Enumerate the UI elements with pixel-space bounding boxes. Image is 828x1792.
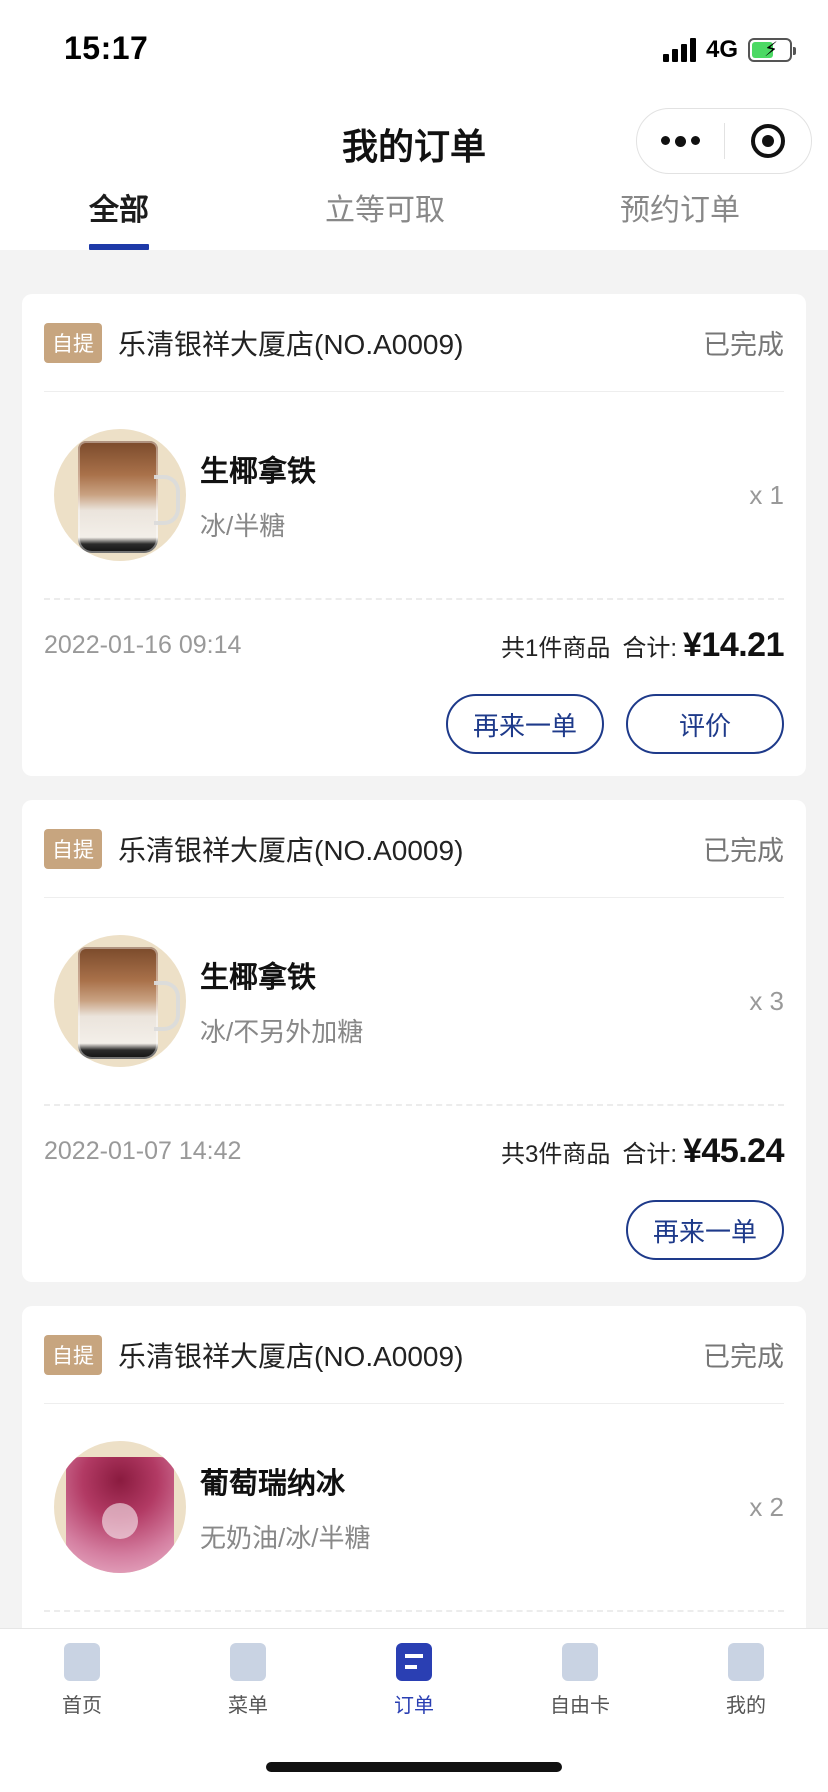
order-item: 生椰拿铁 冰/不另外加糖 x 3 (44, 898, 784, 1106)
product-spec: 无奶油/冰/半糖 (200, 1522, 371, 1553)
order-card-header: 自提 乐清银祥大厦店(NO.A0009) 已完成 (44, 294, 784, 392)
product-image (54, 1441, 186, 1573)
nav-orders-label: 订单 (394, 1695, 434, 1717)
tab-all-label: 全部 (89, 194, 149, 227)
order-total: ¥45.24 (683, 1131, 785, 1170)
store-name: 乐清银祥大厦店(NO.A0009) (118, 1340, 464, 1372)
reorder-button[interactable]: 再来一单 (446, 694, 604, 754)
order-status: 已完成 (703, 836, 784, 866)
network-type: 4G (705, 36, 738, 63)
store-name: 乐清银祥大厦店(NO.A0009) (118, 328, 464, 360)
order-tabs: 全部 立等可取 预约订单 (0, 185, 828, 250)
product-name: 葡萄瑞纳冰 (200, 1467, 346, 1500)
more-icon[interactable] (637, 135, 724, 147)
order-icon (396, 1643, 432, 1681)
nav-orders[interactable]: 订单 (354, 1643, 474, 1718)
pickup-tag: 自提 (44, 322, 102, 363)
product-image (54, 429, 186, 561)
order-card-header: 自提 乐清银祥大厦店(NO.A0009) 已完成 (44, 1306, 784, 1404)
product-spec: 冰/半糖 (200, 510, 286, 541)
order-list: 自提 乐清银祥大厦店(NO.A0009) 已完成 生椰拿铁 冰/半糖 x 1 2… (22, 294, 806, 1792)
product-spec: 冰/不另外加糖 (200, 1016, 364, 1047)
order-card[interactable]: 自提 乐清银祥大厦店(NO.A0009) 已完成 生椰拿铁 冰/半糖 x 1 2… (22, 294, 806, 776)
tab-reservation-label: 预约订单 (620, 194, 740, 227)
tab-active-indicator (89, 244, 149, 250)
order-total: ¥14.21 (683, 625, 785, 664)
order-card[interactable]: 自提 乐清银祥大厦店(NO.A0009) 已完成 生椰拿铁 冰/不另外加糖 x … (22, 800, 806, 1282)
order-card-header: 自提 乐清银祥大厦店(NO.A0009) 已完成 (44, 800, 784, 898)
order-status: 已完成 (703, 1342, 784, 1372)
order-summary: 2022-01-16 09:14 共1件商品 合计: ¥14.21 (44, 600, 785, 690)
nav-mine-label: 我的 (726, 1695, 766, 1717)
product-name: 生椰拿铁 (200, 961, 317, 994)
nav-home[interactable]: 首页 (22, 1643, 142, 1718)
crown-icon (562, 1643, 598, 1681)
tab-ready-now-label: 立等可取 (325, 194, 445, 227)
product-quantity: x 1 (749, 479, 784, 510)
order-status: 已完成 (703, 330, 784, 360)
home-icon (64, 1643, 100, 1681)
tab-reservation[interactable]: 预约订单 (620, 185, 740, 250)
nav-home-label: 首页 (62, 1695, 102, 1717)
pickup-tag: 自提 (44, 828, 102, 869)
nav-free-card-label: 自由卡 (550, 1695, 610, 1717)
product-quantity: x 3 (749, 985, 784, 1016)
total-label: 合计: (622, 1140, 677, 1168)
total-label: 合计: (622, 634, 677, 662)
deer-icon (728, 1643, 764, 1681)
status-indicators: 4G ⚡ (662, 36, 796, 64)
status-bar: 15:17 4G ⚡ (0, 0, 828, 100)
product-name: 生椰拿铁 (200, 455, 317, 488)
page-header: 我的订单 全部 立等可取 预约订单 (0, 100, 828, 250)
product-image (54, 935, 186, 1067)
cup-icon (230, 1643, 266, 1681)
pickup-tag: 自提 (44, 1334, 102, 1375)
order-actions: 再来一单 评价 (44, 690, 784, 754)
order-summary: 2022-01-07 14:42 共3件商品 合计: ¥45.24 (44, 1106, 785, 1196)
nav-mine[interactable]: 我的 (686, 1643, 806, 1718)
nav-free-card[interactable]: 自由卡 (520, 1643, 640, 1718)
close-target-icon[interactable] (725, 124, 812, 158)
item-count: 共1件商品 (500, 634, 611, 662)
item-count: 共3件商品 (500, 1140, 611, 1168)
home-indicator (266, 1762, 562, 1772)
tab-ready-now[interactable]: 立等可取 (325, 185, 445, 250)
signal-icon (662, 38, 696, 62)
nav-menu-label: 菜单 (228, 1695, 268, 1717)
product-quantity: x 2 (749, 1491, 784, 1522)
nav-menu[interactable]: 菜单 (188, 1643, 308, 1718)
order-date: 2022-01-07 14:42 (44, 1136, 242, 1165)
review-button[interactable]: 评价 (626, 694, 784, 754)
status-time: 15:17 (64, 30, 149, 66)
store-name: 乐清银祥大厦店(NO.A0009) (118, 834, 464, 866)
tab-all[interactable]: 全部 (89, 185, 149, 250)
miniprogram-capsule (636, 108, 812, 174)
reorder-button[interactable]: 再来一单 (626, 1200, 784, 1260)
order-date: 2022-01-16 09:14 (44, 630, 242, 659)
order-actions: 再来一单 (44, 1196, 784, 1260)
battery-icon: ⚡ (748, 38, 796, 62)
order-item: 生椰拿铁 冰/半糖 x 1 (44, 392, 784, 600)
order-item: 葡萄瑞纳冰 无奶油/冰/半糖 x 2 (44, 1404, 784, 1612)
